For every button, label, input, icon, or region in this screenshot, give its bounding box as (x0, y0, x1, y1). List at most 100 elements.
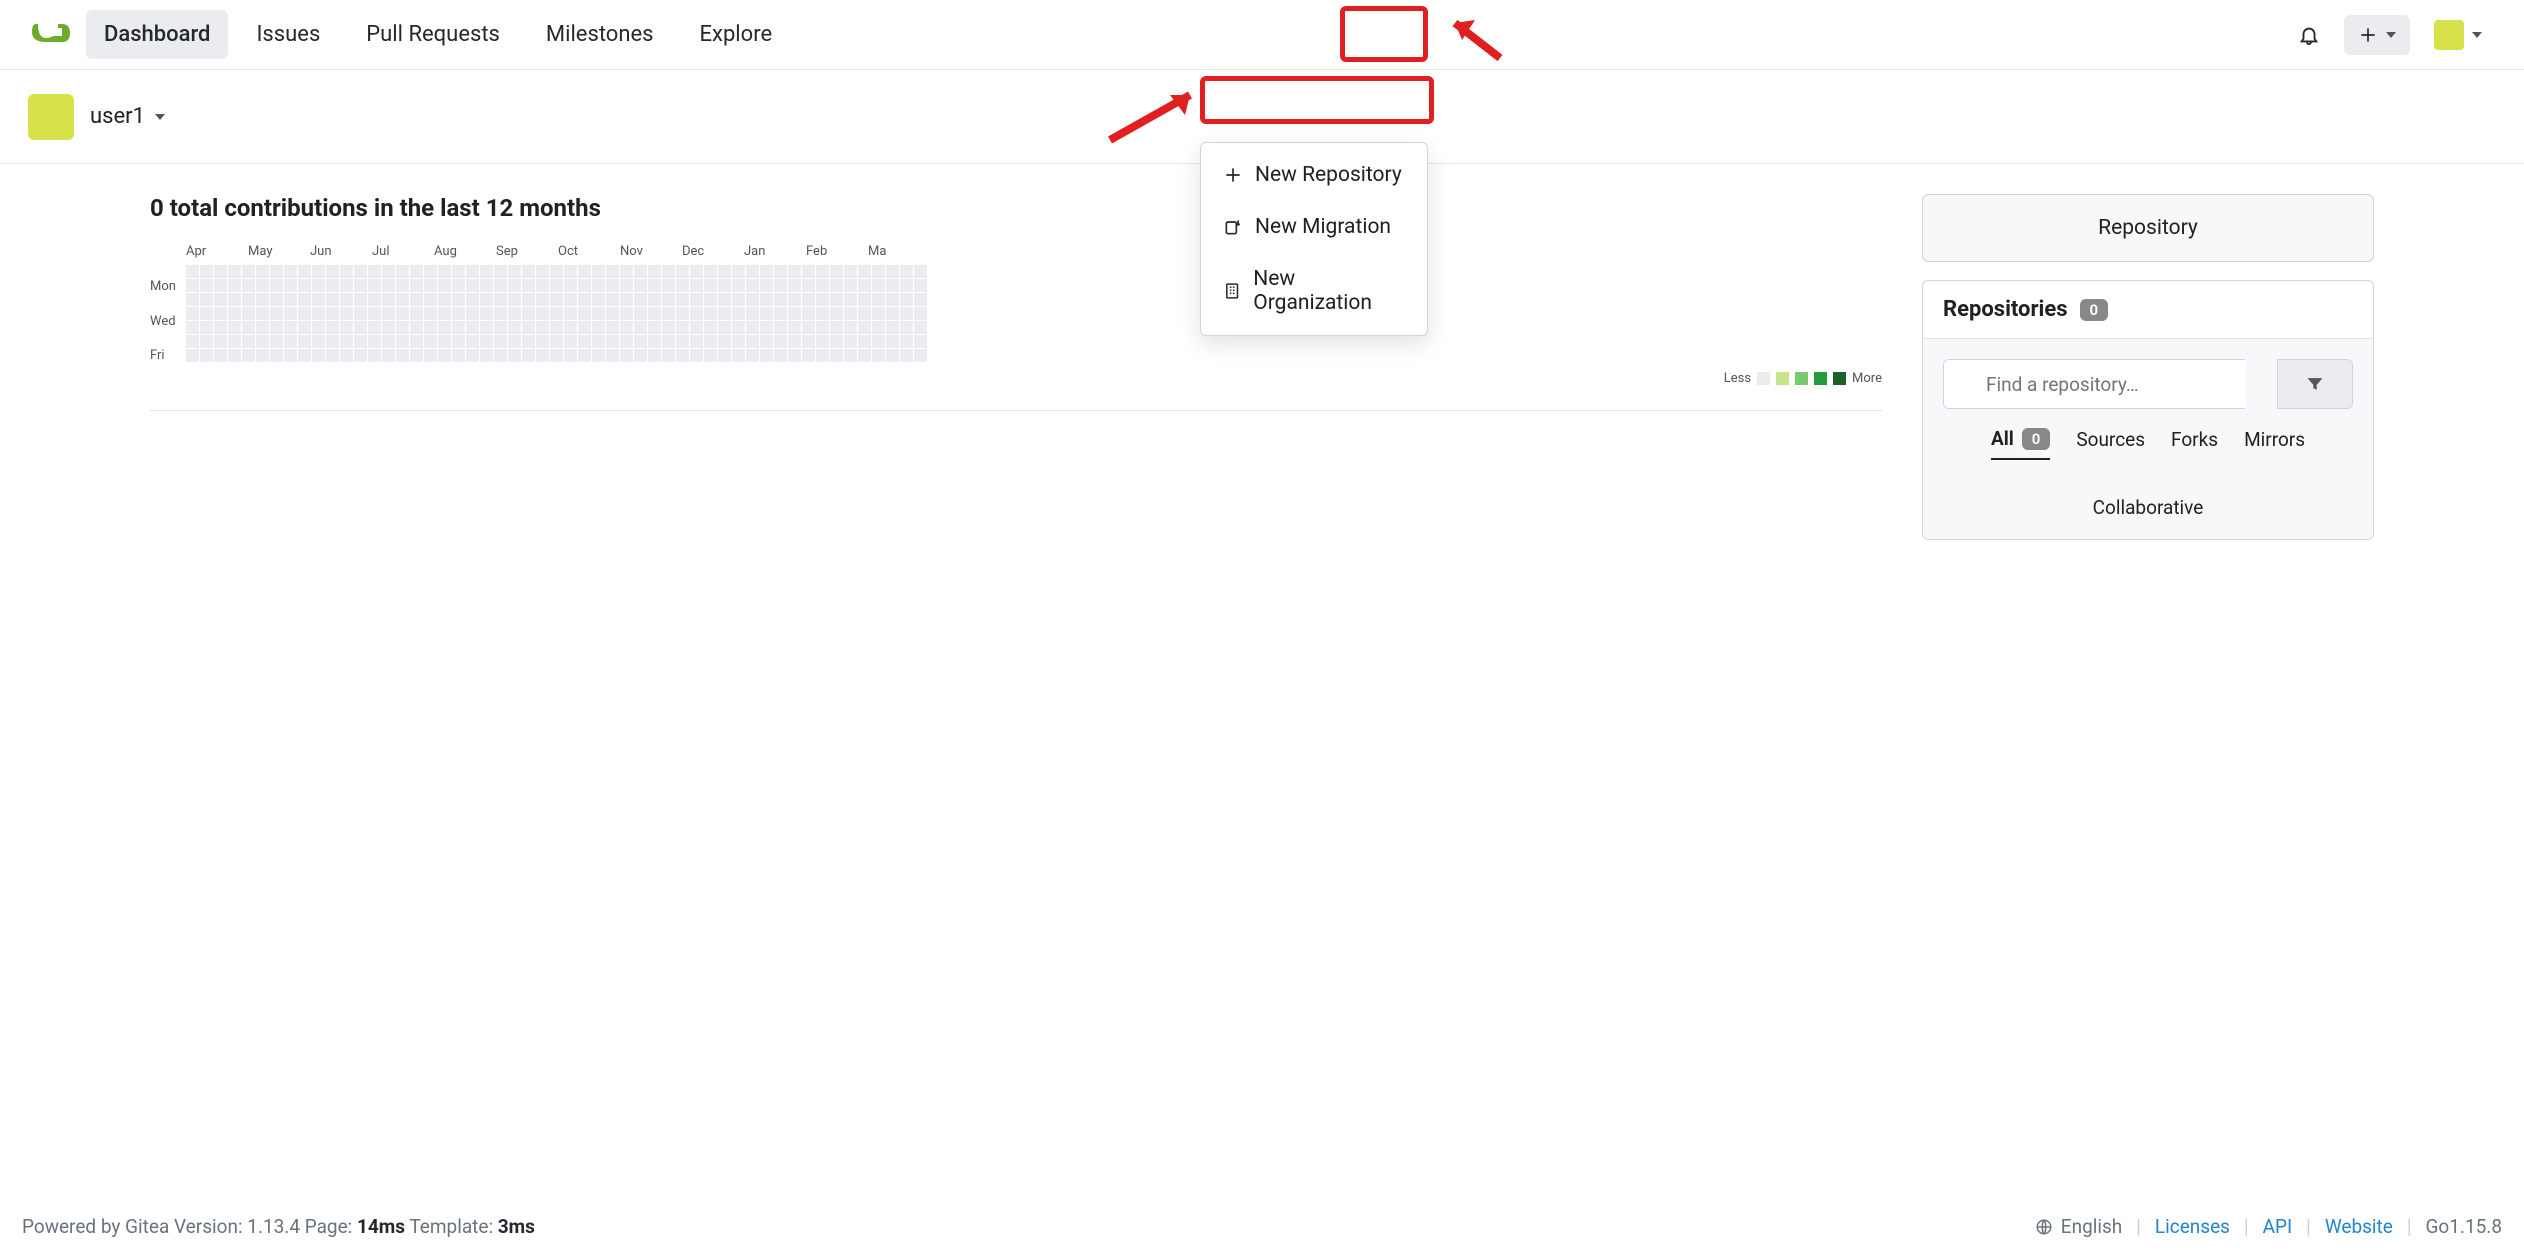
heatmap-cell (228, 349, 241, 362)
nav-dashboard[interactable]: Dashboard (86, 10, 228, 59)
nav-explore[interactable]: Explore (682, 10, 791, 59)
heatmap-day-labels: MonWedFri (150, 265, 186, 363)
heatmap-cell (256, 349, 269, 362)
heatmap-cell (606, 279, 619, 292)
heatmap-cell (578, 293, 591, 306)
month-label: Ma (868, 244, 930, 259)
heatmap-cell (900, 307, 913, 320)
notifications-button[interactable] (2284, 14, 2334, 56)
heatmap-cell (774, 321, 787, 334)
day-label: Mon (150, 279, 186, 294)
heatmap-cell (802, 349, 815, 362)
heatmap-cell (536, 349, 549, 362)
heatmap-cell (648, 335, 661, 348)
heatmap-cell (746, 349, 759, 362)
heatmap-cell (816, 307, 829, 320)
footer-links: English | Licenses | API | Website | Go1… (2035, 1215, 2502, 1238)
heatmap-cell (690, 321, 703, 334)
nav-issues[interactable]: Issues (238, 10, 338, 59)
heatmap-cell (270, 321, 283, 334)
heatmap-cell (578, 279, 591, 292)
heatmap-cell (452, 349, 465, 362)
nav-milestones[interactable]: Milestones (528, 10, 672, 59)
heatmap-cell (466, 293, 479, 306)
heatmap-cell (802, 265, 815, 278)
repo-tab-sources[interactable]: Sources (2076, 427, 2145, 460)
heatmap-cell (340, 279, 353, 292)
footer: Powered by Gitea Version: 1.13.4 Page: 1… (0, 1203, 2524, 1250)
context-user-dropdown[interactable]: user1 (90, 104, 165, 129)
heatmap-cell (522, 321, 535, 334)
repo-tab-collaborative[interactable]: Collaborative (1943, 496, 2353, 519)
nav-pull-requests[interactable]: Pull Requests (348, 10, 518, 59)
heatmap-cell (914, 321, 927, 334)
heatmap-cell (774, 279, 787, 292)
heatmap-cell (830, 279, 843, 292)
heatmap-cell (480, 265, 493, 278)
dropdown-new-repository[interactable]: New Repository (1201, 149, 1427, 201)
heatmap-cell (396, 293, 409, 306)
heatmap-cell (312, 293, 325, 306)
footer-licenses-link[interactable]: Licenses (2155, 1215, 2230, 1238)
heatmap-cell (676, 349, 689, 362)
heatmap-cell (550, 335, 563, 348)
heatmap-cell (662, 307, 675, 320)
heatmap-cell (508, 349, 521, 362)
heatmap-cell (242, 293, 255, 306)
heatmap-cell (886, 293, 899, 306)
heatmap-cell (200, 321, 213, 334)
gitea-logo-icon[interactable] (28, 18, 86, 52)
dropdown-new-migration[interactable]: New Migration (1201, 201, 1427, 253)
heatmap-cell (326, 293, 339, 306)
repo-tab-all[interactable]: All 0 (1991, 427, 2050, 460)
heatmap-cell (214, 321, 227, 334)
heatmap-cell (298, 335, 311, 348)
footer-website-link[interactable]: Website (2325, 1215, 2393, 1238)
heatmap-cell (774, 307, 787, 320)
heatmap-cell (186, 349, 199, 362)
heatmap-cell (522, 265, 535, 278)
heatmap-cell (228, 335, 241, 348)
repo-tab-mirrors[interactable]: Mirrors (2244, 427, 2305, 460)
heatmap-cell (396, 265, 409, 278)
repo-search-row (1943, 359, 2353, 409)
heatmap-cell (606, 265, 619, 278)
heatmap-cell (704, 279, 717, 292)
heatmap-cell (788, 335, 801, 348)
heatmap-cell (396, 335, 409, 348)
heatmap-cell (816, 321, 829, 334)
legend-box (1757, 372, 1770, 385)
language-switcher[interactable]: English (2035, 1215, 2122, 1238)
heatmap-cell (760, 279, 773, 292)
heatmap-cell (858, 265, 871, 278)
dropdown-new-organization[interactable]: New Organization (1201, 253, 1427, 329)
heatmap-cell (648, 265, 661, 278)
legend-box (1833, 372, 1846, 385)
heatmap-cell (620, 321, 633, 334)
repository-tab[interactable]: Repository (1922, 194, 2374, 262)
repo-filter-tabs: All 0 Sources Forks Mirrors Collaborativ… (1943, 427, 2353, 519)
heatmap-cell (326, 279, 339, 292)
repositories-count-badge: 0 (2080, 299, 2109, 321)
heatmap-cell (564, 335, 577, 348)
heatmap-cell (788, 265, 801, 278)
repo-search-input[interactable] (1943, 359, 2245, 409)
heatmap-cell (564, 293, 577, 306)
heatmap-cell (662, 293, 675, 306)
heatmap-cell (326, 321, 339, 334)
user-menu-button[interactable] (2420, 10, 2496, 60)
month-label: Dec (682, 244, 744, 259)
heatmap-cell (480, 307, 493, 320)
repo-tab-forks[interactable]: Forks (2171, 427, 2218, 460)
filter-icon (2305, 374, 2325, 394)
heatmap-cell (732, 279, 745, 292)
repo-filter-button[interactable] (2277, 359, 2353, 409)
heatmap-cell (354, 307, 367, 320)
heatmap-cell (410, 307, 423, 320)
heatmap-cell (522, 349, 535, 362)
footer-api-link[interactable]: API (2263, 1215, 2293, 1238)
heatmap-cell (760, 321, 773, 334)
create-menu-button[interactable] (2344, 15, 2410, 55)
heatmap-cell (270, 293, 283, 306)
heatmap-cell (704, 321, 717, 334)
